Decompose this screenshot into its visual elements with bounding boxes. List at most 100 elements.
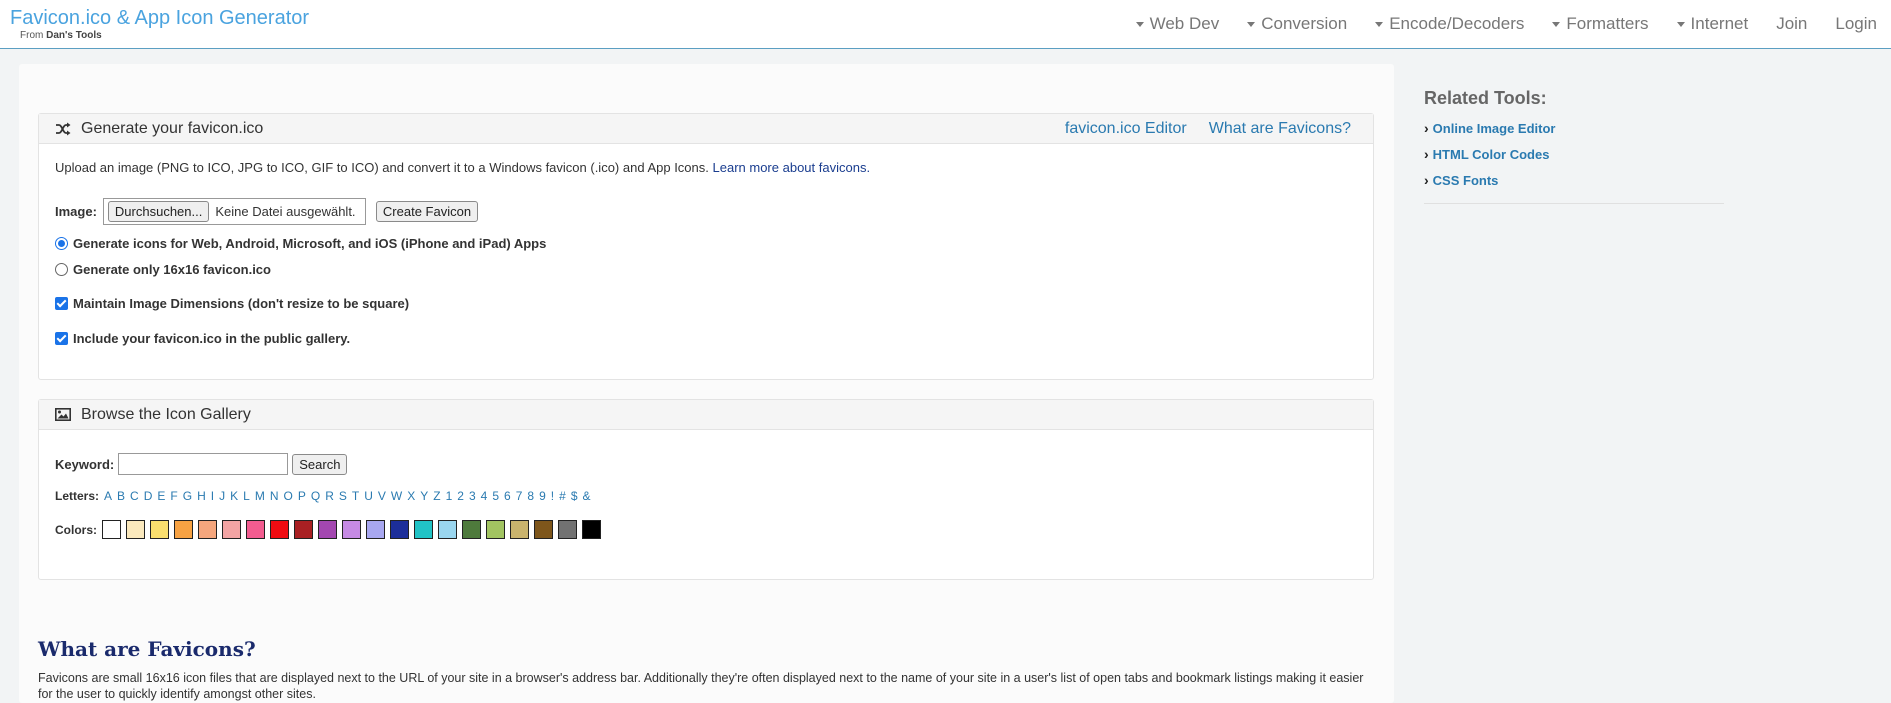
letter-link[interactable]: Q	[311, 489, 320, 503]
color-swatch[interactable]	[246, 520, 265, 539]
create-favicon-button[interactable]: Create Favicon	[375, 201, 479, 222]
related-tool-label[interactable]: CSS Fonts	[1433, 173, 1499, 188]
nav-label: Internet	[1690, 14, 1749, 33]
letter-link[interactable]: 1	[446, 489, 453, 503]
related-tool-css-fonts[interactable]: › CSS Fonts	[1424, 167, 1724, 193]
brand[interactable]: Favicon.ico & App Icon Generator From Da…	[10, 6, 309, 42]
radio-16x16-only[interactable]	[55, 263, 68, 276]
color-swatch[interactable]	[102, 520, 121, 539]
letter-link[interactable]: B	[117, 489, 125, 503]
letter-link[interactable]: 8	[527, 489, 534, 503]
letter-link[interactable]: &	[583, 489, 591, 503]
option-16-row[interactable]: Generate only 16x16 favicon.ico	[55, 262, 271, 277]
letter-link[interactable]: R	[325, 489, 334, 503]
nav-label: Join	[1776, 14, 1808, 33]
letter-link[interactable]: 4	[481, 489, 488, 503]
color-swatch[interactable]	[414, 520, 433, 539]
color-swatch[interactable]	[582, 520, 601, 539]
option-16-label[interactable]: Generate only 16x16 favicon.ico	[73, 262, 271, 277]
what-are-favicons-link[interactable]: What are Favicons?	[1209, 120, 1351, 138]
color-swatch[interactable]	[486, 520, 505, 539]
letter-link[interactable]: 7	[516, 489, 523, 503]
color-swatch[interactable]	[150, 520, 169, 539]
color-swatch[interactable]	[270, 520, 289, 539]
nav-login[interactable]: Login	[1821, 14, 1891, 34]
file-input[interactable]: Durchsuchen... Keine Datei ausgewählt.	[102, 198, 366, 225]
site-title[interactable]: Favicon.ico & App Icon Generator	[10, 6, 309, 30]
option-all-row[interactable]: Generate icons for Web, Android, Microso…	[55, 236, 546, 251]
letter-link[interactable]: J	[219, 489, 225, 503]
color-swatch[interactable]	[462, 520, 481, 539]
letter-link[interactable]: P	[298, 489, 306, 503]
option-all-label[interactable]: Generate icons for Web, Android, Microso…	[73, 236, 546, 251]
nav-web-dev[interactable]: Web Dev	[1122, 14, 1234, 34]
maintain-dimensions-row[interactable]: Maintain Image Dimensions (don't resize …	[55, 296, 409, 311]
letter-link[interactable]: N	[270, 489, 279, 503]
nav-internet[interactable]: Internet	[1663, 14, 1763, 34]
keyword-input[interactable]	[118, 453, 289, 475]
letter-link[interactable]: F	[170, 489, 177, 503]
letter-link[interactable]: Y	[420, 489, 428, 503]
color-swatch[interactable]	[438, 520, 457, 539]
letter-link[interactable]: !	[551, 489, 554, 503]
letter-link[interactable]: Z	[433, 489, 440, 503]
search-button[interactable]: Search	[292, 453, 348, 475]
related-tool-label[interactable]: Online Image Editor	[1433, 121, 1556, 136]
letter-link[interactable]: A	[104, 489, 112, 503]
letter-link[interactable]: 9	[539, 489, 546, 503]
letter-link[interactable]: 6	[504, 489, 511, 503]
letter-link[interactable]: K	[230, 489, 238, 503]
nav-conversion[interactable]: Conversion	[1233, 14, 1361, 34]
letter-link[interactable]: G	[183, 489, 192, 503]
radio-all-platforms[interactable]	[55, 237, 68, 250]
color-swatch[interactable]	[174, 520, 193, 539]
color-swatch[interactable]	[198, 520, 217, 539]
include-gallery-row[interactable]: Include your favicon.ico in the public g…	[55, 331, 350, 346]
letter-link[interactable]: L	[243, 489, 250, 503]
letter-link[interactable]: E	[157, 489, 165, 503]
letter-link[interactable]: #	[559, 489, 566, 503]
browse-button[interactable]: Durchsuchen...	[107, 201, 210, 222]
nav-join[interactable]: Join	[1762, 14, 1821, 34]
letter-link[interactable]: S	[339, 489, 347, 503]
letter-link[interactable]: 5	[492, 489, 499, 503]
include-gallery-label[interactable]: Include your favicon.ico in the public g…	[73, 331, 350, 346]
letter-link[interactable]: T	[352, 489, 359, 503]
letter-link[interactable]: $	[571, 489, 578, 503]
color-swatch[interactable]	[318, 520, 337, 539]
color-swatch[interactable]	[366, 520, 385, 539]
letter-link[interactable]: W	[391, 489, 402, 503]
letter-link[interactable]: 3	[469, 489, 476, 503]
letter-link[interactable]: H	[197, 489, 206, 503]
maintain-dimensions-label[interactable]: Maintain Image Dimensions (don't resize …	[73, 296, 409, 311]
related-tool-html-color-codes[interactable]: › HTML Color Codes	[1424, 141, 1724, 167]
letter-link[interactable]: D	[144, 489, 153, 503]
color-swatch[interactable]	[126, 520, 145, 539]
color-swatch[interactable]	[342, 520, 361, 539]
color-swatch[interactable]	[510, 520, 529, 539]
letter-link[interactable]: O	[283, 489, 292, 503]
letter-link[interactable]: 2	[457, 489, 464, 503]
related-tool-online-image-editor[interactable]: › Online Image Editor	[1424, 115, 1724, 141]
maintain-dimensions-checkbox[interactable]	[55, 297, 68, 310]
letter-link[interactable]: M	[255, 489, 265, 503]
caret-down-icon	[1676, 21, 1685, 27]
related-tool-label[interactable]: HTML Color Codes	[1433, 147, 1550, 162]
color-swatch[interactable]	[534, 520, 553, 539]
color-swatch[interactable]	[294, 520, 313, 539]
letter-link[interactable]: X	[407, 489, 415, 503]
color-swatch[interactable]	[222, 520, 241, 539]
letter-link[interactable]: I	[211, 489, 214, 503]
nav-formatters[interactable]: Formatters	[1538, 14, 1662, 34]
letter-link[interactable]: V	[378, 489, 386, 503]
nav-encode-decoders[interactable]: Encode/Decoders	[1361, 14, 1538, 34]
top-navbar: Favicon.ico & App Icon Generator From Da…	[0, 0, 1891, 49]
letter-link[interactable]: C	[130, 489, 139, 503]
color-swatch[interactable]	[558, 520, 577, 539]
sidebar-divider	[1424, 203, 1724, 204]
include-gallery-checkbox[interactable]	[55, 332, 68, 345]
color-swatch[interactable]	[390, 520, 409, 539]
letter-link[interactable]: U	[364, 489, 373, 503]
favicon-editor-link[interactable]: favicon.ico Editor	[1065, 120, 1187, 138]
learn-more-link[interactable]: Learn more about favicons.	[713, 160, 871, 175]
